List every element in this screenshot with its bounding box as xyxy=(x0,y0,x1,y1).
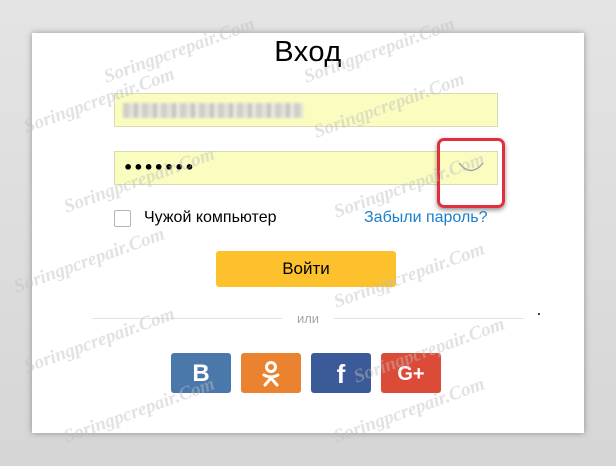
stray-dot xyxy=(538,313,540,315)
blurred-login-value xyxy=(123,103,303,118)
facebook-login-button[interactable]: f xyxy=(311,353,371,393)
divider-line-left xyxy=(92,318,282,319)
password-mask: ••••••• xyxy=(123,158,195,177)
vk-login-button[interactable]: В xyxy=(171,353,231,393)
odnoklassniki-login-button[interactable] xyxy=(241,353,301,393)
foreign-computer-checkbox[interactable] xyxy=(114,210,131,227)
google-plus-login-button[interactable]: G+ xyxy=(381,353,441,393)
odnoklassniki-icon xyxy=(262,361,280,387)
annotation-highlight-box xyxy=(437,138,505,208)
login-input[interactable] xyxy=(114,93,498,127)
login-button[interactable]: Войти xyxy=(216,251,396,287)
page-title: Вход xyxy=(274,36,342,68)
forgot-password-link[interactable]: Забыли пароль? xyxy=(364,209,488,227)
foreign-computer-label: Чужой компьютер xyxy=(144,209,277,226)
divider-text: или xyxy=(296,311,320,326)
divider-line-right xyxy=(334,318,524,319)
